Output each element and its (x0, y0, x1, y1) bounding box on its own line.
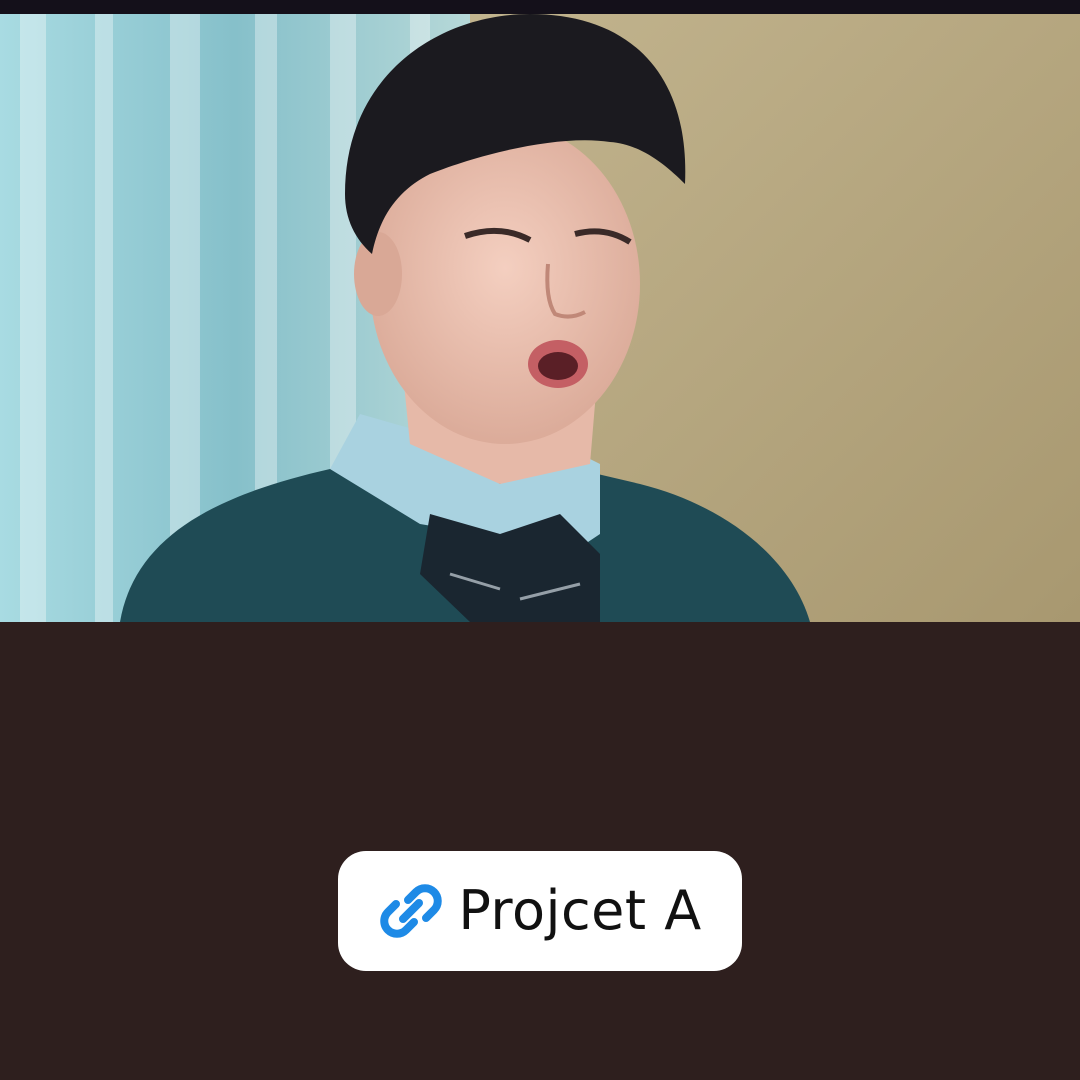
link-sticker[interactable]: Projcet A (338, 851, 742, 971)
top-status-strip (0, 0, 1080, 14)
video-still-illustration (0, 14, 1080, 622)
link-icon (378, 878, 444, 944)
story-screen: Projcet A (0, 0, 1080, 1080)
video-frame[interactable] (0, 14, 1080, 622)
link-sticker-label: Projcet A (458, 879, 702, 942)
